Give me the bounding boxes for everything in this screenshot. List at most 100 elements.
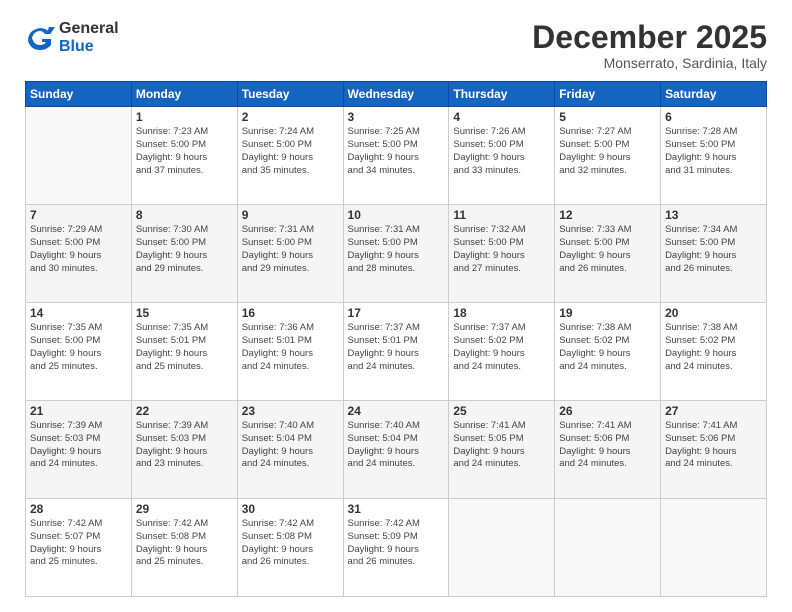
day-info: Sunrise: 7:42 AM Sunset: 5:07 PM Dayligh… — [30, 518, 127, 569]
table-row: 12 Sunrise: 7:33 AM Sunset: 5:00 PM Dayli… — [555, 205, 661, 303]
header-thursday: Thursday — [449, 82, 555, 107]
table-row: 20 Sunrise: 7:38 AM Sunset: 5:02 PM Dayli… — [661, 303, 767, 401]
day-info: Sunrise: 7:37 AM Sunset: 5:01 PM Dayligh… — [348, 322, 445, 373]
day-number: 4 — [453, 110, 550, 124]
table-row: 6 Sunrise: 7:28 AM Sunset: 5:00 PM Daylig… — [661, 107, 767, 205]
calendar-week-row: 7Sunrise: 7:29 AM Sunset: 5:00 PM Daylig… — [26, 205, 767, 303]
day-number: 26 — [559, 404, 656, 418]
table-row: 23 Sunrise: 7:40 AM Sunset: 5:04 PM Dayli… — [237, 401, 343, 499]
day-info: Sunrise: 7:42 AM Sunset: 5:08 PM Dayligh… — [136, 518, 233, 569]
day-number: 15 — [136, 306, 233, 320]
table-row: 19Sunrise: 7:38 AM Sunset: 5:02 PM Dayli… — [555, 303, 661, 401]
day-number: 21 — [30, 404, 127, 418]
day-number: 17 — [348, 306, 445, 320]
page: General Blue December 2025 Monserrato, S… — [0, 0, 792, 612]
day-number: 23 — [242, 404, 339, 418]
day-info: Sunrise: 7:36 AM Sunset: 5:01 PM Dayligh… — [242, 322, 339, 373]
day-info: Sunrise: 7:30 AM Sunset: 5:00 PM Dayligh… — [136, 224, 233, 275]
day-info: Sunrise: 7:29 AM Sunset: 5:00 PM Dayligh… — [30, 224, 127, 275]
logo: General Blue — [25, 20, 119, 55]
day-info: Sunrise: 7:24 AM Sunset: 5:00 PM Dayligh… — [242, 126, 339, 177]
day-info: Sunrise: 7:39 AM Sunset: 5:03 PM Dayligh… — [136, 420, 233, 471]
day-info: Sunrise: 7:41 AM Sunset: 5:05 PM Dayligh… — [453, 420, 550, 471]
day-info: Sunrise: 7:26 AM Sunset: 5:00 PM Dayligh… — [453, 126, 550, 177]
table-row: 9 Sunrise: 7:31 AM Sunset: 5:00 PM Daylig… — [237, 205, 343, 303]
day-number: 6 — [665, 110, 762, 124]
calendar-week-row: 14Sunrise: 7:35 AM Sunset: 5:00 PM Dayli… — [26, 303, 767, 401]
day-info: Sunrise: 7:38 AM Sunset: 5:02 PM Dayligh… — [665, 322, 762, 373]
day-info: Sunrise: 7:32 AM Sunset: 5:00 PM Dayligh… — [453, 224, 550, 275]
day-info: Sunrise: 7:35 AM Sunset: 5:00 PM Dayligh… — [30, 322, 127, 373]
day-number: 16 — [242, 306, 339, 320]
day-info: Sunrise: 7:27 AM Sunset: 5:00 PM Dayligh… — [559, 126, 656, 177]
day-number: 29 — [136, 502, 233, 516]
day-info: Sunrise: 7:31 AM Sunset: 5:00 PM Dayligh… — [242, 224, 339, 275]
calendar-header-row: Sunday Monday Tuesday Wednesday Thursday… — [26, 82, 767, 107]
table-row — [26, 107, 132, 205]
day-info: Sunrise: 7:41 AM Sunset: 5:06 PM Dayligh… — [559, 420, 656, 471]
table-row: 15 Sunrise: 7:35 AM Sunset: 5:01 PM Dayli… — [131, 303, 237, 401]
day-info: Sunrise: 7:39 AM Sunset: 5:03 PM Dayligh… — [30, 420, 127, 471]
day-number: 22 — [136, 404, 233, 418]
calendar-week-row: 1Sunrise: 7:23 AM Sunset: 5:00 PM Daylig… — [26, 107, 767, 205]
logo-icon — [25, 23, 55, 53]
day-number: 3 — [348, 110, 445, 124]
day-info: Sunrise: 7:37 AM Sunset: 5:02 PM Dayligh… — [453, 322, 550, 373]
header-sunday: Sunday — [26, 82, 132, 107]
table-row — [661, 499, 767, 597]
table-row — [555, 499, 661, 597]
day-info: Sunrise: 7:41 AM Sunset: 5:06 PM Dayligh… — [665, 420, 762, 471]
day-info: Sunrise: 7:28 AM Sunset: 5:00 PM Dayligh… — [665, 126, 762, 177]
table-row: 18 Sunrise: 7:37 AM Sunset: 5:02 PM Dayli… — [449, 303, 555, 401]
day-number: 20 — [665, 306, 762, 320]
day-number: 24 — [348, 404, 445, 418]
header-tuesday: Tuesday — [237, 82, 343, 107]
day-number: 9 — [242, 208, 339, 222]
day-number: 11 — [453, 208, 550, 222]
day-number: 18 — [453, 306, 550, 320]
day-number: 30 — [242, 502, 339, 516]
logo-text: General Blue — [59, 20, 119, 55]
header-saturday: Saturday — [661, 82, 767, 107]
calendar-table: Sunday Monday Tuesday Wednesday Thursday… — [25, 81, 767, 597]
month-title: December 2025 — [532, 20, 767, 55]
day-info: Sunrise: 7:35 AM Sunset: 5:01 PM Dayligh… — [136, 322, 233, 373]
table-row: 8Sunrise: 7:30 AM Sunset: 5:00 PM Daylig… — [131, 205, 237, 303]
table-row: 31Sunrise: 7:42 AM Sunset: 5:09 PM Dayli… — [343, 499, 449, 597]
day-number: 10 — [348, 208, 445, 222]
day-info: Sunrise: 7:40 AM Sunset: 5:04 PM Dayligh… — [242, 420, 339, 471]
calendar-week-row: 28 Sunrise: 7:42 AM Sunset: 5:07 PM Dayli… — [26, 499, 767, 597]
day-number: 31 — [348, 502, 445, 516]
day-number: 12 — [559, 208, 656, 222]
table-row: 14Sunrise: 7:35 AM Sunset: 5:00 PM Dayli… — [26, 303, 132, 401]
day-number: 19 — [559, 306, 656, 320]
header-wednesday: Wednesday — [343, 82, 449, 107]
logo-general-text: General — [59, 20, 119, 38]
table-row: 3 Sunrise: 7:25 AM Sunset: 5:00 PM Daylig… — [343, 107, 449, 205]
table-row — [449, 499, 555, 597]
day-info: Sunrise: 7:25 AM Sunset: 5:00 PM Dayligh… — [348, 126, 445, 177]
day-info: Sunrise: 7:31 AM Sunset: 5:00 PM Dayligh… — [348, 224, 445, 275]
day-number: 5 — [559, 110, 656, 124]
calendar-week-row: 21 Sunrise: 7:39 AM Sunset: 5:03 PM Dayli… — [26, 401, 767, 499]
day-number: 28 — [30, 502, 127, 516]
table-row: 26 Sunrise: 7:41 AM Sunset: 5:06 PM Dayli… — [555, 401, 661, 499]
day-info: Sunrise: 7:33 AM Sunset: 5:00 PM Dayligh… — [559, 224, 656, 275]
table-row: 5 Sunrise: 7:27 AM Sunset: 5:00 PM Daylig… — [555, 107, 661, 205]
table-row: 22 Sunrise: 7:39 AM Sunset: 5:03 PM Dayli… — [131, 401, 237, 499]
location: Monserrato, Sardinia, Italy — [532, 55, 767, 71]
table-row: 1Sunrise: 7:23 AM Sunset: 5:00 PM Daylig… — [131, 107, 237, 205]
header-friday: Friday — [555, 82, 661, 107]
table-row: 2Sunrise: 7:24 AM Sunset: 5:00 PM Daylig… — [237, 107, 343, 205]
table-row: 24Sunrise: 7:40 AM Sunset: 5:04 PM Dayli… — [343, 401, 449, 499]
day-info: Sunrise: 7:34 AM Sunset: 5:00 PM Dayligh… — [665, 224, 762, 275]
title-block: December 2025 Monserrato, Sardinia, Ital… — [532, 20, 767, 71]
table-row: 29 Sunrise: 7:42 AM Sunset: 5:08 PM Dayli… — [131, 499, 237, 597]
day-number: 27 — [665, 404, 762, 418]
table-row: 21 Sunrise: 7:39 AM Sunset: 5:03 PM Dayli… — [26, 401, 132, 499]
day-info: Sunrise: 7:42 AM Sunset: 5:08 PM Dayligh… — [242, 518, 339, 569]
table-row: 30 Sunrise: 7:42 AM Sunset: 5:08 PM Dayli… — [237, 499, 343, 597]
table-row: 10 Sunrise: 7:31 AM Sunset: 5:00 PM Dayli… — [343, 205, 449, 303]
table-row: 25Sunrise: 7:41 AM Sunset: 5:05 PM Dayli… — [449, 401, 555, 499]
table-row: 17 Sunrise: 7:37 AM Sunset: 5:01 PM Dayli… — [343, 303, 449, 401]
